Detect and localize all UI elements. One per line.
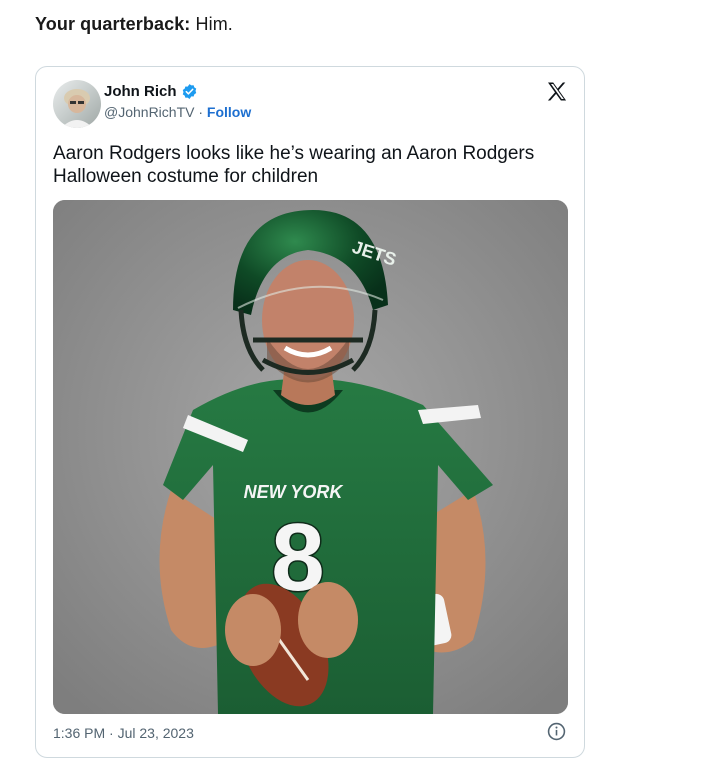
author-name[interactable]: John Rich <box>104 83 177 100</box>
tweet-author: John Rich @JohnRichTV · Follow <box>104 83 251 120</box>
embedded-tweet-card[interactable]: John Rich @JohnRichTV · Follow Aaron Rod… <box>35 66 585 758</box>
tweet-photo[interactable]: NEW YORK 8 JETS <box>53 200 568 714</box>
follow-link[interactable]: Follow <box>207 104 251 120</box>
avatar[interactable] <box>53 80 101 128</box>
tweet-timestamp[interactable]: 1:36 PM · Jul 23, 2023 <box>53 725 194 741</box>
tweet-text: Aaron Rodgers looks like he’s wearing an… <box>53 143 535 187</box>
author-handle[interactable]: @JohnRichTV <box>104 104 194 120</box>
jersey-text: NEW YORK <box>244 482 345 502</box>
info-icon[interactable] <box>547 722 566 741</box>
x-logo-icon[interactable] <box>545 80 569 104</box>
caption-prefix: Your quarterback: <box>35 14 191 34</box>
verified-badge-icon <box>182 84 196 99</box>
caption-text: Him. <box>195 14 233 34</box>
post-caption: Your quarterback: Him. <box>35 14 233 35</box>
handle-separator: · <box>198 104 204 120</box>
